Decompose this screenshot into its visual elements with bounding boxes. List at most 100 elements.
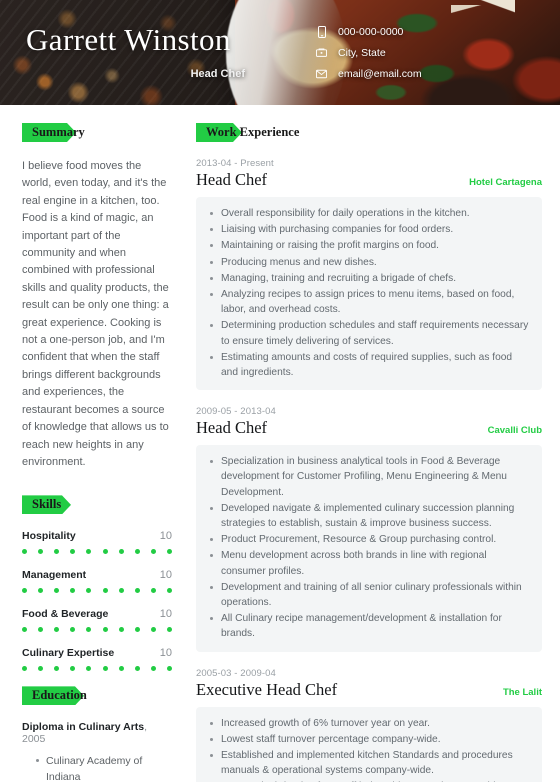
job-entry: 2005-03 - 2009-04 Executive Head Chef Th… xyxy=(196,668,542,782)
job-bullet: Increased growth of 6% turnover year on … xyxy=(206,716,530,731)
skill-header: Culinary Expertise 10 xyxy=(22,647,172,659)
contact-phone-value: 000-000-0000 xyxy=(338,26,404,38)
contact-phone[interactable]: 000-000-0000 xyxy=(316,26,422,38)
job-bullet: Maintaining or raising the profit margin… xyxy=(206,238,530,253)
job-bullet: Established and implemented kitchen Stan… xyxy=(206,748,530,778)
job-title: Head Chef xyxy=(196,418,268,438)
skill-rating-dots xyxy=(22,666,172,672)
phone-icon xyxy=(316,26,327,38)
job-bullet: Overall responsibility for daily operati… xyxy=(206,206,530,221)
candidate-role: Head Chef xyxy=(190,68,245,80)
rating-dot xyxy=(166,549,172,555)
contact-list: 000-000-0000 City, State email@email.com xyxy=(316,26,422,80)
job-date: 2009-05 - 2013-04 xyxy=(196,406,276,418)
skill-name: Food & Beverage xyxy=(22,608,109,621)
skill-name: Hospitality xyxy=(22,530,76,543)
job-bullet-list: Increased growth of 6% turnover year on … xyxy=(206,716,530,782)
contact-email-value: email@email.com xyxy=(338,68,422,80)
skill-item: Culinary Expertise 10 xyxy=(22,647,172,672)
rating-dot xyxy=(54,666,60,672)
rating-dot xyxy=(134,627,140,633)
skill-item: Food & Beverage 10 xyxy=(22,608,172,633)
job-bullets-panel: Increased growth of 6% turnover year on … xyxy=(196,706,542,782)
job-bullet: Menu development across both brands in l… xyxy=(206,548,530,578)
contact-location-value: City, State xyxy=(338,47,386,59)
sidebar: Summary I believe food moves the world, … xyxy=(0,105,190,782)
job-bullets-panel: Specialization in business analytical to… xyxy=(196,445,542,652)
rating-dot xyxy=(150,588,156,594)
section-heading-skills: Skills xyxy=(22,495,172,514)
job-bullet: Estimating amounts and costs of required… xyxy=(206,350,530,380)
rating-dot xyxy=(86,666,92,672)
resume-body: Summary I believe food moves the world, … xyxy=(0,105,560,782)
rating-dot xyxy=(54,627,60,633)
candidate-name: Garrett Winston xyxy=(26,22,231,57)
rating-dot xyxy=(150,549,156,555)
skill-value: 10 xyxy=(159,647,172,660)
location-icon xyxy=(316,47,327,59)
job-date: 2013-04 - Present xyxy=(196,158,274,169)
rating-dot xyxy=(54,588,60,594)
section-heading-summary: Summary xyxy=(22,123,172,142)
rating-dot xyxy=(118,588,124,594)
rating-dot xyxy=(38,549,44,555)
rating-dot xyxy=(102,588,108,594)
rating-dot xyxy=(86,549,92,555)
skill-name: Management xyxy=(22,569,87,582)
skill-item: Management 10 xyxy=(22,569,172,594)
rating-dot xyxy=(150,666,156,672)
skill-rating-dots xyxy=(22,549,172,555)
rating-dot xyxy=(102,627,108,633)
job-date: 2005-03 - 2009-04 xyxy=(196,667,276,679)
summary-text: I believe food moves the world, even tod… xyxy=(22,160,169,468)
work-heading-label: Work Experience xyxy=(206,125,300,139)
rating-dot xyxy=(22,549,27,555)
rating-dot xyxy=(38,627,44,633)
rating-dot xyxy=(22,666,27,672)
skill-value: 10 xyxy=(159,608,172,621)
contact-location[interactable]: City, State xyxy=(316,47,422,59)
skill-rating-dots xyxy=(22,588,172,594)
skill-header: Food & Beverage 10 xyxy=(22,608,172,620)
job-bullet: Determining production schedules and sta… xyxy=(206,318,530,348)
rating-dot xyxy=(38,588,44,594)
rating-dot xyxy=(118,666,124,672)
rating-dot xyxy=(70,549,76,555)
rating-dot xyxy=(134,588,140,594)
rating-dot xyxy=(150,627,156,633)
education-school-item: Culinary Academy of Indiana xyxy=(36,753,172,782)
job-title: Executive Head Chef xyxy=(196,679,338,699)
rating-dot xyxy=(38,666,44,672)
job-bullet-list: Overall responsibility for daily operati… xyxy=(206,206,530,380)
education-heading-label: Education xyxy=(32,688,87,703)
job-title-row: Executive Head Chef The Lalit xyxy=(196,680,542,700)
rating-dot xyxy=(70,588,76,594)
skill-value: 10 xyxy=(159,569,172,582)
rating-dot xyxy=(134,549,140,555)
contact-email[interactable]: email@email.com xyxy=(316,68,422,80)
rating-dot xyxy=(70,627,76,633)
skill-header: Management 10 xyxy=(22,569,172,581)
rating-dot xyxy=(102,666,108,672)
skill-rating-dots xyxy=(22,627,172,633)
job-bullets-panel: Overall responsibility for daily operati… xyxy=(196,197,542,391)
rating-dot xyxy=(22,627,27,633)
skills-list: Hospitality 10 Management 10 Food & Beve… xyxy=(22,530,172,672)
rating-dot xyxy=(166,666,172,672)
rating-dot xyxy=(166,627,172,633)
education-degree-name: Diploma in Culinary Arts xyxy=(22,721,145,734)
job-entry: 2009-05 - 2013-04 Head Chef Cavalli Club… xyxy=(196,406,542,652)
envelope-icon xyxy=(316,68,327,80)
rating-dot xyxy=(102,549,108,555)
job-bullet: Producing menus and new dishes. xyxy=(206,255,530,270)
job-bullet: Managing, training and recruiting a brig… xyxy=(206,271,530,286)
main-content: Work Experience 2013-04 - Present Head C… xyxy=(190,105,560,782)
rating-dot xyxy=(118,549,124,555)
job-title: Head Chef xyxy=(196,170,268,189)
job-company: The Lalit xyxy=(502,686,542,698)
rating-dot xyxy=(166,588,172,594)
rating-dot xyxy=(54,549,60,555)
section-heading-education: Education xyxy=(22,686,172,705)
rating-dot xyxy=(118,627,124,633)
skill-item: Hospitality 10 xyxy=(22,530,172,555)
